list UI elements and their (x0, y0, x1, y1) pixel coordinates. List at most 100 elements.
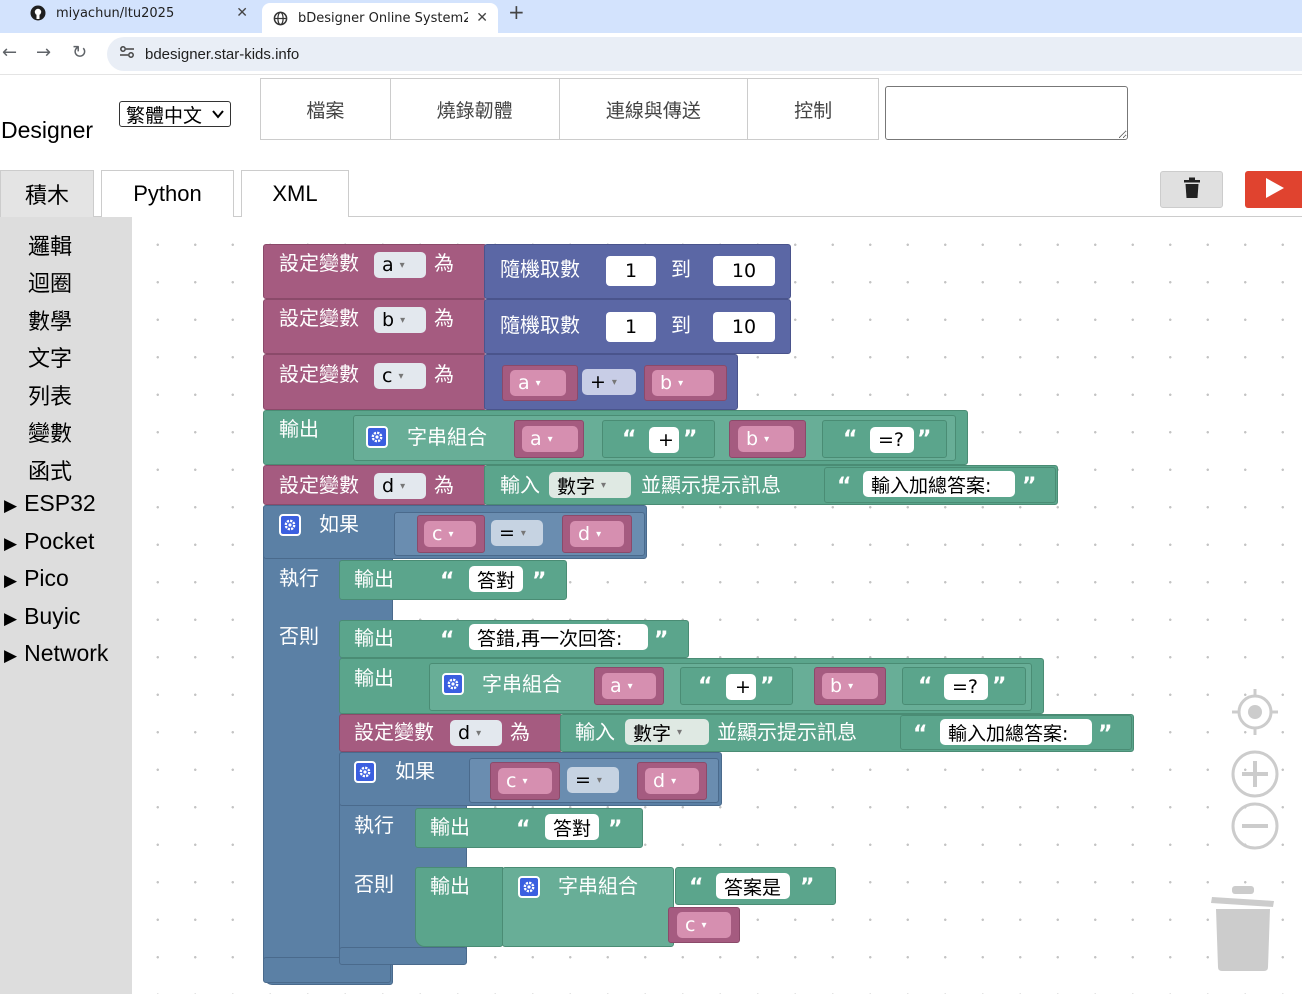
url-field[interactable]: bdesigner.star-kids.info (107, 37, 1302, 71)
toolbox-category-lists[interactable]: 列表 (28, 379, 72, 411)
variable-dropdown[interactable]: a ▾ (374, 252, 426, 278)
text-field[interactable]: =? (870, 427, 914, 453)
tab-python[interactable]: Python (101, 170, 234, 217)
menu-connect[interactable]: 連線與傳送 (559, 79, 749, 139)
variable-dropdown[interactable]: c ▾ (498, 768, 552, 794)
editor-tab-bar: 積木 Python XML (0, 168, 1302, 217)
zoom-out-icon[interactable] (1230, 801, 1280, 855)
variable-dropdown[interactable]: d ▾ (450, 720, 502, 746)
number-field[interactable]: 1 (606, 312, 656, 342)
variable-dropdown[interactable]: c ▾ (677, 912, 731, 938)
toolbox-category-math[interactable]: 數學 (28, 304, 72, 336)
toolbox-category-variables[interactable]: 變數 (28, 416, 72, 448)
number-field[interactable]: 1 (606, 256, 656, 286)
variable-dropdown[interactable]: b ▾ (652, 370, 714, 396)
open-quote: “ (843, 427, 858, 452)
tab-blocks[interactable]: 積木 (0, 170, 94, 217)
browser-tab-github[interactable]: miyachun/ltu2025 ✕ (30, 0, 258, 26)
toolbox-tree-pocket[interactable]: ▶ Pocket (4, 528, 94, 555)
toolbox-category-logic[interactable]: 邏輯 (28, 229, 72, 261)
reload-icon[interactable]: ↻ (72, 42, 87, 63)
expand-arrow-icon: ▶ (4, 571, 18, 590)
number-field[interactable]: 10 (713, 312, 775, 342)
variable-dropdown[interactable]: d ▾ (645, 768, 699, 794)
close-quote: ” (654, 628, 669, 653)
block-label: 隨機取數 (500, 313, 580, 337)
toolbox-tree-buyic[interactable]: ▶ Buyic (4, 603, 80, 630)
number-field[interactable]: 10 (713, 256, 775, 286)
menu-control[interactable]: 控制 (748, 79, 878, 139)
site-settings-icon[interactable] (119, 45, 135, 63)
block-label: 如果 (395, 759, 435, 783)
operator-dropdown[interactable]: = ▾ (567, 767, 619, 793)
variable-dropdown[interactable]: a ▾ (510, 370, 566, 396)
tab-xml[interactable]: XML (241, 170, 349, 217)
new-tab-button[interactable]: + (508, 0, 525, 24)
variable-dropdown[interactable]: a ▾ (602, 673, 656, 699)
app-title: Designer (1, 117, 94, 143)
text-field[interactable]: =? (944, 674, 988, 700)
dropdown-caret-icon: ▾ (448, 528, 454, 540)
input-type-dropdown[interactable]: 數字 ▾ (625, 719, 709, 745)
workspace-trash-icon[interactable] (1210, 883, 1276, 977)
toolbox-tree-esp32[interactable]: ▶ ESP32 (4, 490, 96, 517)
toolbox: 邏輯 迴圈 數學 文字 列表 變數 函式 ▶ ESP32 ▶ Pocket ▶ Pic… (0, 217, 132, 994)
operator-dropdown[interactable]: + ▾ (582, 369, 636, 395)
operator-dropdown[interactable]: = ▾ (491, 520, 543, 546)
close-quote: ” (1098, 722, 1113, 747)
toolbox-category-functions[interactable]: 函式 (28, 454, 72, 486)
open-quote: “ (698, 674, 713, 699)
delete-button[interactable] (1160, 171, 1223, 208)
mutator-gear-icon[interactable] (366, 426, 388, 448)
mutator-gear-icon[interactable] (279, 514, 301, 536)
open-quote: “ (440, 628, 455, 653)
variable-dropdown[interactable]: d ▾ (374, 473, 426, 499)
recenter-icon[interactable] (1230, 687, 1280, 741)
forward-icon[interactable]: → (36, 42, 51, 63)
variable-dropdown[interactable]: c ▾ (424, 521, 476, 547)
mutator-gear-icon[interactable] (354, 761, 376, 783)
language-select[interactable]: 繁體中文 (119, 101, 231, 127)
toolbox-category-loops[interactable]: 迴圈 (28, 266, 72, 298)
close-tab-icon[interactable]: ✕ (236, 5, 248, 21)
text-field[interactable]: 答錯,再一次回答: (469, 624, 648, 650)
toolbox-tree-pico[interactable]: ▶ Pico (4, 565, 69, 592)
back-icon[interactable]: ← (2, 42, 17, 63)
open-quote: “ (689, 875, 704, 900)
zoom-in-icon[interactable] (1230, 749, 1280, 803)
menu-firmware[interactable]: 燒錄韌體 (390, 79, 560, 139)
text-field[interactable]: 輸入加總答案: (863, 471, 1015, 497)
block-label: 字串組合 (558, 874, 638, 898)
browser-tab-bdesigner[interactable]: bDesigner Online System2025 ✕ (262, 3, 498, 33)
mutator-gear-icon[interactable] (518, 876, 540, 898)
toolbox-tree-network[interactable]: ▶ Network (4, 640, 108, 667)
variable-dropdown[interactable]: b ▾ (374, 307, 426, 333)
text-field[interactable]: 答案是 (716, 873, 790, 899)
close-tab-icon[interactable]: ✕ (476, 10, 488, 26)
text-field[interactable]: + (649, 427, 679, 453)
variable-dropdown[interactable]: d ▾ (570, 521, 624, 547)
dropdown-caret-icon: ▾ (398, 370, 404, 382)
open-quote: “ (918, 674, 933, 699)
close-quote: ” (760, 674, 775, 699)
menu-file[interactable]: 檔案 (261, 79, 391, 139)
text-field[interactable]: 輸入加總答案: (940, 719, 1092, 745)
browser-tab-bar: miyachun/ltu2025 ✕ bDesigner Online Syst… (0, 0, 1302, 33)
block-workspace[interactable]: 設定變數 a ▾ 為 隨機取數 1 到 10 設定變數 b ▾ 為 隨機取數 1 到… (132, 217, 1302, 994)
variable-dropdown[interactable]: a ▾ (522, 426, 578, 452)
toolbox-category-text[interactable]: 文字 (28, 341, 72, 373)
message-textarea[interactable] (885, 86, 1128, 140)
text-field[interactable]: 答對 (469, 566, 523, 592)
text-field[interactable]: 答對 (545, 814, 599, 840)
input-type-dropdown[interactable]: 數字 ▾ (549, 472, 631, 498)
block-label: 輸入 (575, 720, 615, 744)
run-button[interactable] (1245, 171, 1302, 208)
variable-name: d (382, 475, 395, 497)
mutator-gear-icon[interactable] (442, 673, 464, 695)
block-label: 為 (434, 362, 454, 386)
variable-dropdown[interactable]: c ▾ (374, 363, 426, 389)
variable-dropdown[interactable]: b ▾ (822, 673, 878, 699)
toolbox-tree-label: Buyic (24, 603, 81, 629)
text-field[interactable]: + (726, 674, 756, 700)
variable-dropdown[interactable]: b ▾ (738, 426, 794, 452)
